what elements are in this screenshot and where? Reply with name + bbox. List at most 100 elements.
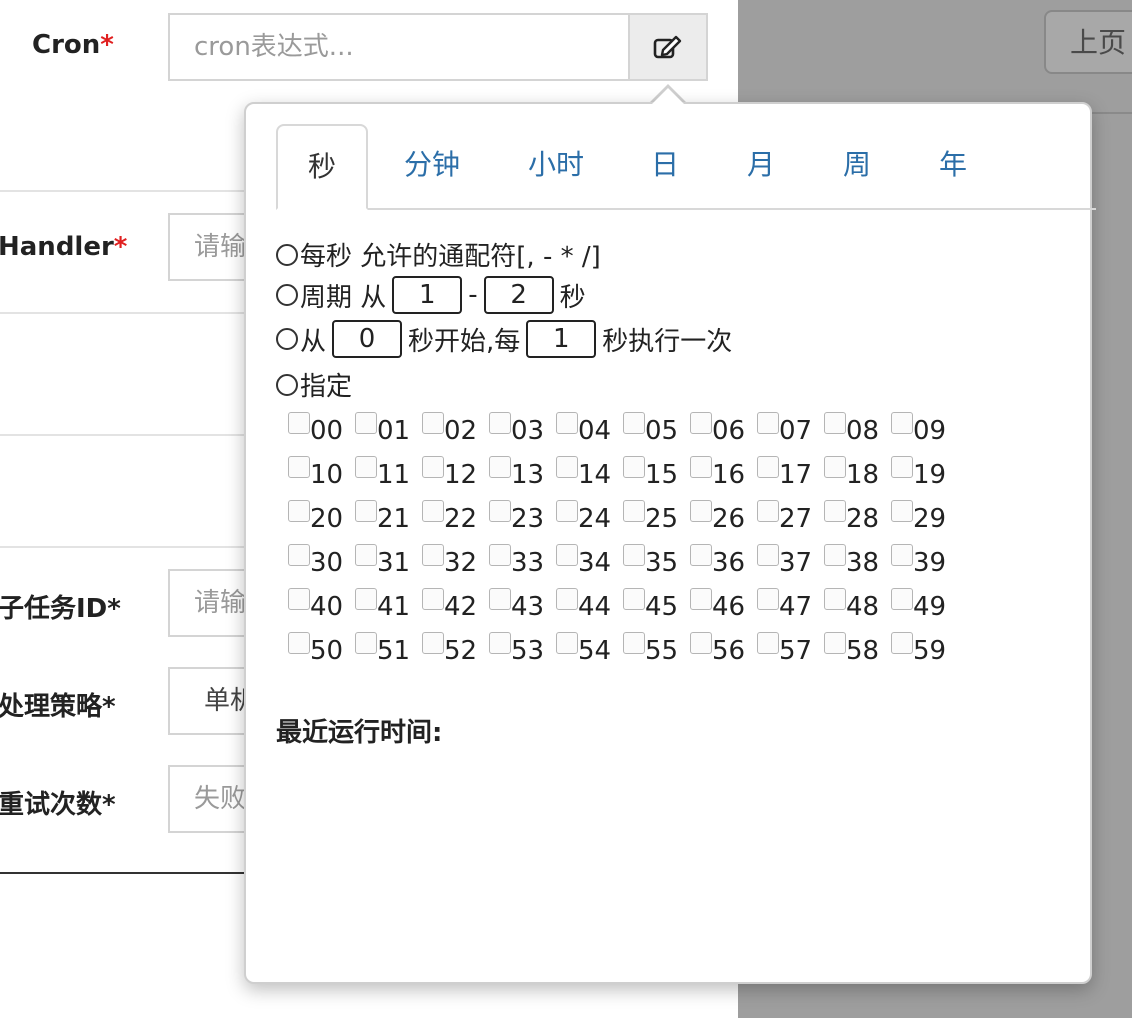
second-checkbox[interactable] [556, 412, 578, 434]
tab-month[interactable]: 月 [730, 124, 792, 206]
second-checkbox-item[interactable]: 39 [891, 542, 958, 586]
second-checkbox[interactable] [489, 632, 511, 654]
second-checkbox-item[interactable]: 16 [690, 454, 757, 498]
second-checkbox[interactable] [824, 456, 846, 478]
second-checkbox-item[interactable]: 07 [757, 410, 824, 454]
second-checkbox-item[interactable]: 58 [824, 630, 891, 674]
second-checkbox-item[interactable]: 12 [422, 454, 489, 498]
second-checkbox[interactable] [757, 500, 779, 522]
second-checkbox[interactable] [623, 500, 645, 522]
second-checkbox[interactable] [690, 588, 712, 610]
second-checkbox[interactable] [690, 632, 712, 654]
second-checkbox[interactable] [891, 500, 913, 522]
second-checkbox[interactable] [489, 412, 511, 434]
second-checkbox-item[interactable]: 46 [690, 586, 757, 630]
second-checkbox-item[interactable]: 35 [623, 542, 690, 586]
second-checkbox[interactable] [891, 632, 913, 654]
second-checkbox[interactable] [422, 500, 444, 522]
second-checkbox-item[interactable]: 34 [556, 542, 623, 586]
second-checkbox-item[interactable]: 49 [891, 586, 958, 630]
second-checkbox[interactable] [623, 588, 645, 610]
second-checkbox[interactable] [891, 456, 913, 478]
second-checkbox[interactable] [757, 632, 779, 654]
second-checkbox[interactable] [690, 500, 712, 522]
second-checkbox[interactable] [288, 412, 310, 434]
second-checkbox-item[interactable]: 37 [757, 542, 824, 586]
second-checkbox-item[interactable]: 27 [757, 498, 824, 542]
second-checkbox[interactable] [422, 544, 444, 566]
second-checkbox-item[interactable]: 41 [355, 586, 422, 630]
tab-hour[interactable]: 小时 [510, 124, 602, 206]
tab-year[interactable]: 年 [922, 124, 984, 206]
second-checkbox-item[interactable]: 26 [690, 498, 757, 542]
second-checkbox-item[interactable]: 55 [623, 630, 690, 674]
radio-period[interactable] [276, 284, 298, 306]
period-from-input[interactable]: 1 [392, 276, 463, 314]
second-checkbox-item[interactable]: 28 [824, 498, 891, 542]
second-checkbox-item[interactable]: 08 [824, 410, 891, 454]
second-checkbox-item[interactable]: 31 [355, 542, 422, 586]
second-checkbox-item[interactable]: 25 [623, 498, 690, 542]
second-checkbox[interactable] [422, 588, 444, 610]
second-checkbox-item[interactable]: 54 [556, 630, 623, 674]
second-checkbox-item[interactable]: 22 [422, 498, 489, 542]
second-checkbox-item[interactable]: 29 [891, 498, 958, 542]
second-checkbox-item[interactable]: 52 [422, 630, 489, 674]
second-checkbox-item[interactable]: 13 [489, 454, 556, 498]
second-checkbox-item[interactable]: 06 [690, 410, 757, 454]
second-checkbox-item[interactable]: 32 [422, 542, 489, 586]
second-checkbox-item[interactable]: 57 [757, 630, 824, 674]
second-checkbox-item[interactable]: 15 [623, 454, 690, 498]
second-checkbox-item[interactable]: 01 [355, 410, 422, 454]
tab-second[interactable]: 秒 [276, 124, 368, 210]
second-checkbox-item[interactable]: 21 [355, 498, 422, 542]
cron-input[interactable]: cron表达式... [168, 13, 630, 81]
second-checkbox[interactable] [824, 588, 846, 610]
second-checkbox-item[interactable]: 04 [556, 410, 623, 454]
second-checkbox[interactable] [489, 588, 511, 610]
second-checkbox[interactable] [556, 500, 578, 522]
second-checkbox[interactable] [422, 456, 444, 478]
second-checkbox[interactable] [489, 456, 511, 478]
second-checkbox-item[interactable]: 53 [489, 630, 556, 674]
second-checkbox-item[interactable]: 05 [623, 410, 690, 454]
second-checkbox-item[interactable]: 03 [489, 410, 556, 454]
second-checkbox[interactable] [355, 412, 377, 434]
second-checkbox-item[interactable]: 18 [824, 454, 891, 498]
second-checkbox[interactable] [288, 456, 310, 478]
second-checkbox[interactable] [623, 544, 645, 566]
second-checkbox-item[interactable]: 23 [489, 498, 556, 542]
second-checkbox-item[interactable]: 50 [288, 630, 355, 674]
second-checkbox[interactable] [556, 632, 578, 654]
tab-day[interactable]: 日 [634, 124, 696, 206]
option-every-second[interactable]: 每秒 允许的通配符[, - * /] [276, 236, 601, 273]
second-checkbox[interactable] [489, 500, 511, 522]
second-checkbox[interactable] [288, 588, 310, 610]
second-checkbox-item[interactable]: 36 [690, 542, 757, 586]
second-checkbox-item[interactable]: 24 [556, 498, 623, 542]
period-to-input[interactable]: 2 [483, 276, 554, 314]
second-checkbox-item[interactable]: 11 [355, 454, 422, 498]
second-checkbox[interactable] [824, 544, 846, 566]
second-checkbox[interactable] [489, 544, 511, 566]
second-checkbox[interactable] [690, 412, 712, 434]
interval-step-input[interactable]: 1 [526, 320, 597, 358]
second-checkbox[interactable] [556, 544, 578, 566]
second-checkbox-item[interactable]: 20 [288, 498, 355, 542]
second-checkbox[interactable] [824, 500, 846, 522]
second-checkbox[interactable] [690, 544, 712, 566]
option-specify[interactable]: 指定 [276, 366, 352, 403]
second-checkbox-item[interactable]: 02 [422, 410, 489, 454]
radio-interval[interactable] [276, 328, 298, 350]
prev-page-button[interactable]: 上页 [1044, 10, 1132, 74]
second-checkbox-item[interactable]: 19 [891, 454, 958, 498]
second-checkbox[interactable] [623, 412, 645, 434]
tab-minute[interactable]: 分钟 [386, 124, 478, 206]
second-checkbox-item[interactable]: 09 [891, 410, 958, 454]
second-checkbox[interactable] [422, 412, 444, 434]
second-checkbox[interactable] [355, 456, 377, 478]
second-checkbox[interactable] [355, 632, 377, 654]
edit-cron-button[interactable] [628, 13, 708, 81]
interval-start-input[interactable]: 0 [332, 320, 403, 358]
second-checkbox-item[interactable]: 14 [556, 454, 623, 498]
